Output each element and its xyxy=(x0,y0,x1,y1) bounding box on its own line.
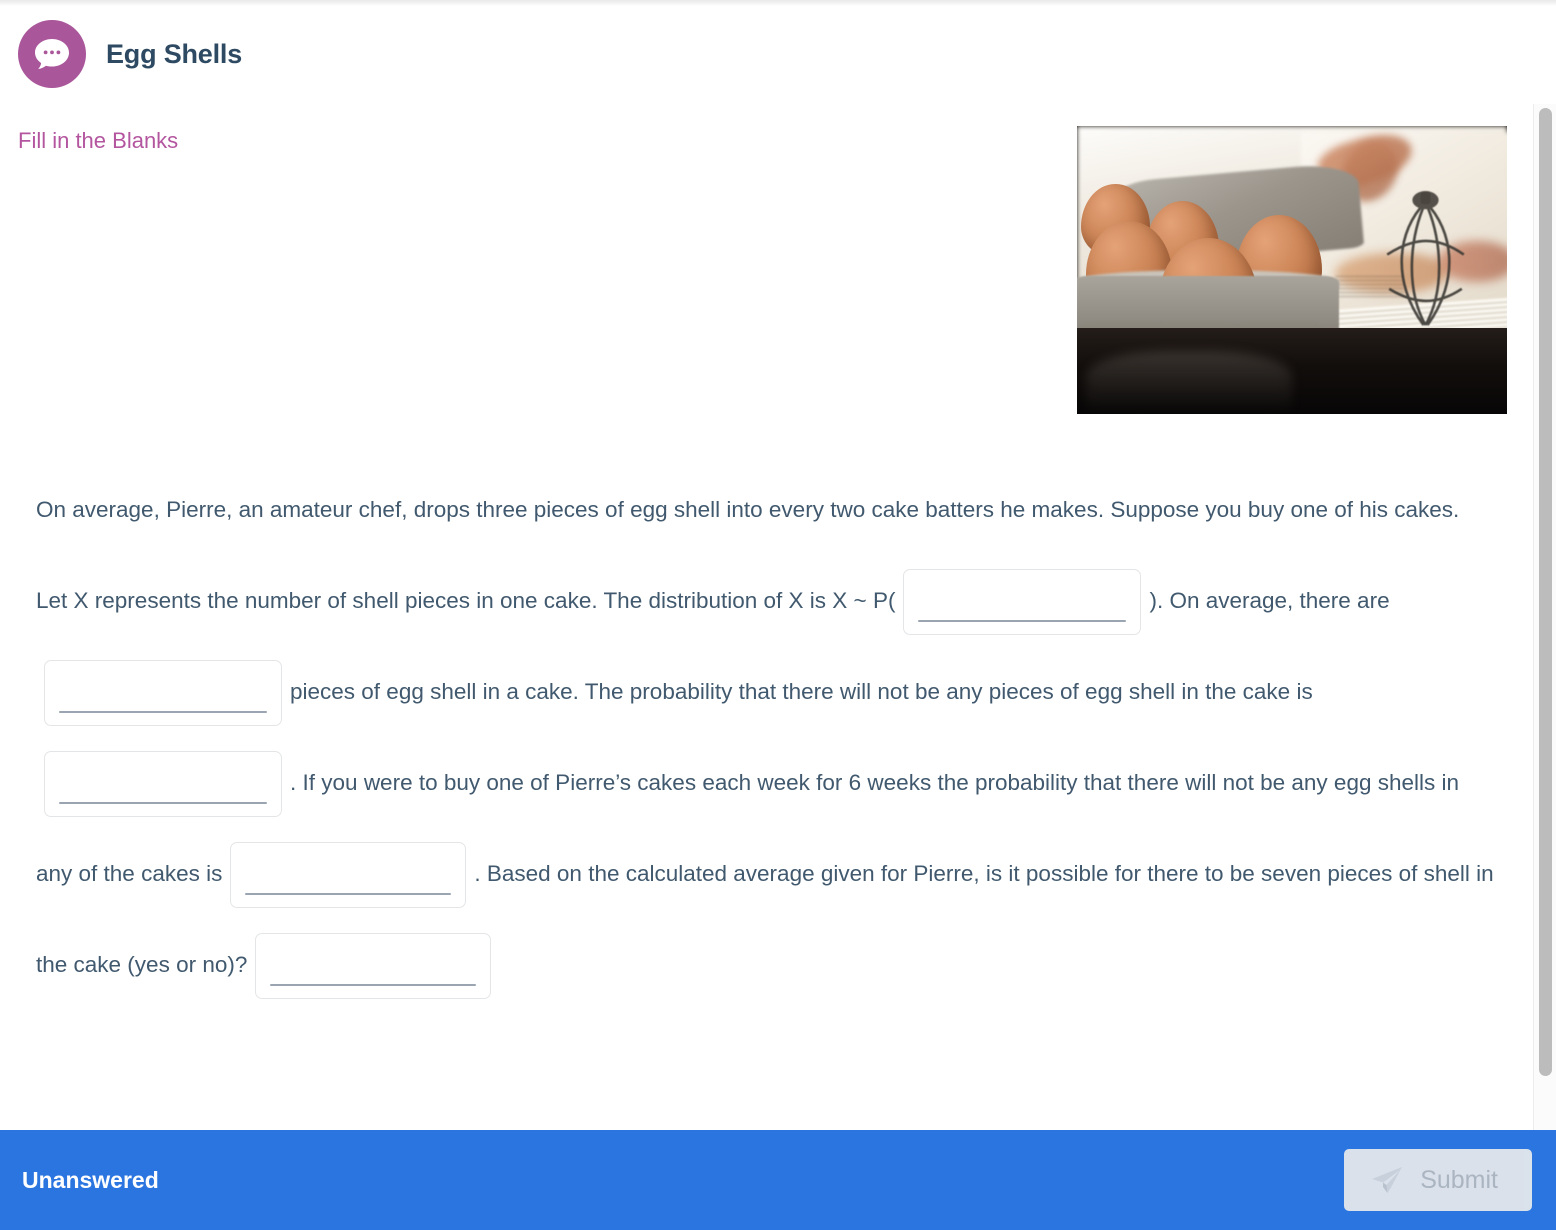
blank-average-pieces[interactable] xyxy=(44,660,282,727)
chat-bubble-icon xyxy=(18,20,86,88)
blank-distribution-parameter-input[interactable] xyxy=(904,570,1141,635)
page-top-edge xyxy=(0,0,1556,6)
whisk-icon xyxy=(1361,184,1490,345)
blank-probability-zero[interactable] xyxy=(44,751,282,818)
blank-seven-pieces-yes-no[interactable] xyxy=(255,933,492,1000)
vertical-scrollbar[interactable] xyxy=(1533,104,1556,1130)
scrollbar-thumb[interactable] xyxy=(1539,108,1552,1076)
blank-distribution-parameter[interactable] xyxy=(903,569,1142,636)
send-icon xyxy=(1370,1165,1404,1195)
question-segment-2: The distribution of X is X ~ P( xyxy=(603,588,896,613)
submit-button[interactable]: Submit xyxy=(1344,1149,1532,1211)
question-type-label: Fill in the Blanks xyxy=(18,128,179,153)
question-text: On average, Pierre, an amateur chef, dro… xyxy=(36,464,1496,1010)
submit-button-label: Submit xyxy=(1420,1165,1498,1194)
question-segment-4: pieces of egg shell in a cake. The proba… xyxy=(290,679,1313,704)
page-title: Egg Shells xyxy=(106,38,243,69)
question-segment-3: ). On average, there are xyxy=(1149,588,1390,613)
quiz-footer: Unanswered Submit xyxy=(0,1130,1556,1230)
question-segment-5: . xyxy=(290,770,297,795)
blank-average-pieces-input[interactable] xyxy=(45,661,281,726)
question-content-area: Fill in the Blanks On average, Pierre, a… xyxy=(0,104,1556,1130)
blank-seven-pieces-yes-no-input[interactable] xyxy=(256,934,491,999)
status-badge: Unanswered xyxy=(22,1166,159,1193)
blank-probability-six-weeks-input[interactable] xyxy=(231,843,466,908)
quiz-app: Egg Shells Fill in the Blanks On average… xyxy=(0,0,1556,1230)
table-reflection xyxy=(1085,350,1292,414)
blank-probability-six-weeks[interactable] xyxy=(230,842,467,909)
blank-probability-zero-input[interactable] xyxy=(45,752,281,817)
egg-carton-photo xyxy=(1077,126,1507,414)
quiz-header: Egg Shells xyxy=(18,20,242,88)
